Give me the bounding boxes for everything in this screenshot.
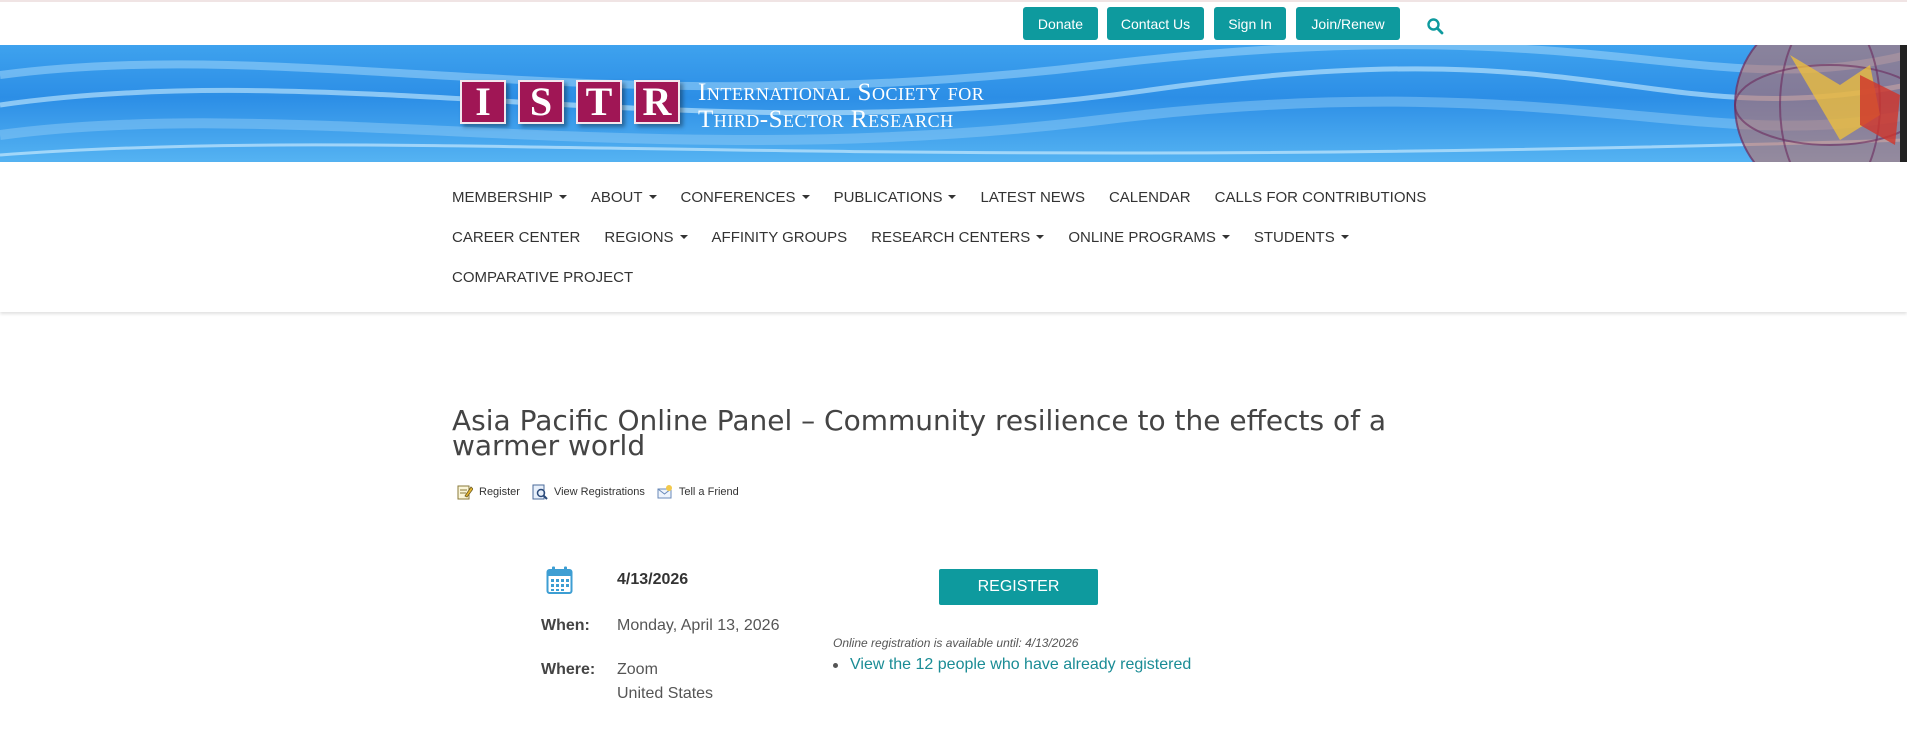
list-item: View the 12 people who have already regi…	[833, 656, 1191, 674]
bullet-icon	[833, 662, 838, 668]
nav-label: CALENDAR	[1108, 188, 1191, 206]
logo-letter-i: I	[460, 80, 506, 124]
nav-label: REGIONS	[604, 228, 674, 246]
join-renew-button[interactable]: Join/Renew	[1296, 7, 1400, 40]
nav-label: CONFERENCES	[680, 188, 796, 206]
envelope-icon	[657, 485, 672, 499]
nav-item-regions[interactable]: REGIONS	[604, 228, 688, 246]
where-line2: United States	[617, 685, 714, 702]
sign-in-button[interactable]: Sign In	[1214, 7, 1286, 40]
caret-down-icon	[1036, 235, 1045, 239]
main-navigation: MEMBERSHIP ABOUT CONFERENCES PUBLICATION…	[0, 162, 1907, 312]
caret-down-icon	[558, 195, 567, 199]
nav-item-career-center[interactable]: CAREER CENTER	[452, 229, 580, 246]
top-utility-bar: Donate Contact Us Sign In Join/Renew	[0, 0, 1907, 45]
site-banner: I S T R International Society for Third-…	[0, 45, 1907, 162]
event-actions: Register View Registrations Tell a Frien…	[457, 484, 751, 500]
nav-row-1: MEMBERSHIP ABOUT CONFERENCES PUBLICATION…	[452, 177, 1450, 217]
when-value: Monday, April 13, 2026	[617, 617, 780, 634]
nav-item-calendar[interactable]: CALENDAR	[1109, 189, 1191, 206]
where-label: Where:	[541, 661, 596, 678]
tell-a-friend-label: Tell a Friend	[678, 486, 739, 498]
view-registrations-icon	[532, 484, 548, 500]
online-registration-note: Online registration is available until: …	[833, 636, 1079, 650]
society-name: International Society for Third-Sector R…	[698, 79, 1018, 133]
nav-label: RESEARCH CENTERS	[871, 228, 1031, 246]
view-registrations-link[interactable]: View Registrations	[532, 484, 645, 500]
nav-item-calls-for-contributions[interactable]: CALLS FOR CONTRIBUTIONS	[1215, 189, 1427, 206]
contact-us-button[interactable]: Contact Us	[1107, 7, 1204, 40]
nav-label: LATEST NEWS	[980, 188, 1085, 206]
nav-item-research-centers[interactable]: RESEARCH CENTERS	[871, 228, 1045, 246]
nav-label: CALLS FOR CONTRIBUTIONS	[1214, 188, 1427, 206]
page-title: Asia Pacific Online Panel – Community re…	[452, 404, 1387, 462]
nav-item-students[interactable]: STUDENTS	[1254, 229, 1349, 246]
caret-down-icon	[801, 195, 810, 199]
nav-item-membership[interactable]: MEMBERSHIP	[452, 189, 567, 206]
when-label: When:	[541, 617, 590, 634]
tell-a-friend-link[interactable]: Tell a Friend	[657, 484, 739, 500]
register-pencil-icon	[457, 485, 473, 500]
caret-down-icon	[948, 195, 957, 199]
nav-item-publications[interactable]: PUBLICATIONS	[834, 189, 957, 206]
caret-down-icon	[1340, 235, 1349, 239]
register-action-link[interactable]: Register	[457, 484, 520, 500]
nav-label: MEMBERSHIP	[452, 188, 553, 206]
caret-down-icon	[679, 235, 688, 239]
registration-list: View the 12 people who have already regi…	[833, 656, 1191, 674]
nav-item-conferences[interactable]: CONFERENCES	[681, 189, 810, 206]
nav-item-about[interactable]: ABOUT	[591, 189, 657, 206]
nav-row-3: COMPARATIVE PROJECT	[452, 257, 657, 297]
nav-item-comparative-project[interactable]: COMPARATIVE PROJECT	[452, 269, 633, 286]
donate-button[interactable]: Donate	[1023, 7, 1098, 40]
where-value: Zoom United States	[617, 658, 713, 706]
nav-label: STUDENTS	[1253, 228, 1335, 246]
nav-label: ONLINE PROGRAMS	[1068, 228, 1216, 246]
search-icon[interactable]	[1426, 17, 1444, 35]
caret-down-icon	[648, 195, 657, 199]
nav-label: AFFINITY GROUPS	[711, 228, 848, 246]
logo-letter-t: T	[576, 80, 622, 124]
register-action-label: Register	[479, 486, 520, 498]
calendar-icon	[546, 566, 573, 594]
society-name-line2: Third-Sector Research	[698, 106, 954, 133]
event-date: 4/13/2026	[617, 571, 689, 588]
logo-letter-s: S	[518, 80, 564, 124]
logo-letter-r: R	[634, 80, 680, 124]
nav-label: COMPARATIVE PROJECT	[452, 268, 634, 286]
nav-item-online-programs[interactable]: ONLINE PROGRAMS	[1068, 229, 1230, 246]
view-registered-people-link[interactable]: View the 12 people who have already regi…	[850, 656, 1191, 674]
caret-down-icon	[1221, 235, 1230, 239]
nav-item-affinity-groups[interactable]: AFFINITY GROUPS	[712, 229, 848, 246]
view-registrations-label: View Registrations	[553, 486, 645, 498]
society-name-line1: International Society for	[698, 79, 985, 106]
register-button[interactable]: REGISTER	[939, 569, 1098, 605]
where-line1: Zoom	[617, 661, 658, 678]
nav-row-2: CAREER CENTER REGIONS AFFINITY GROUPS RE…	[452, 217, 1373, 257]
nav-label: CAREER CENTER	[452, 228, 581, 246]
nav-label: ABOUT	[590, 188, 643, 206]
nav-label: PUBLICATIONS	[833, 188, 943, 206]
nav-item-latest-news[interactable]: LATEST NEWS	[980, 189, 1084, 206]
